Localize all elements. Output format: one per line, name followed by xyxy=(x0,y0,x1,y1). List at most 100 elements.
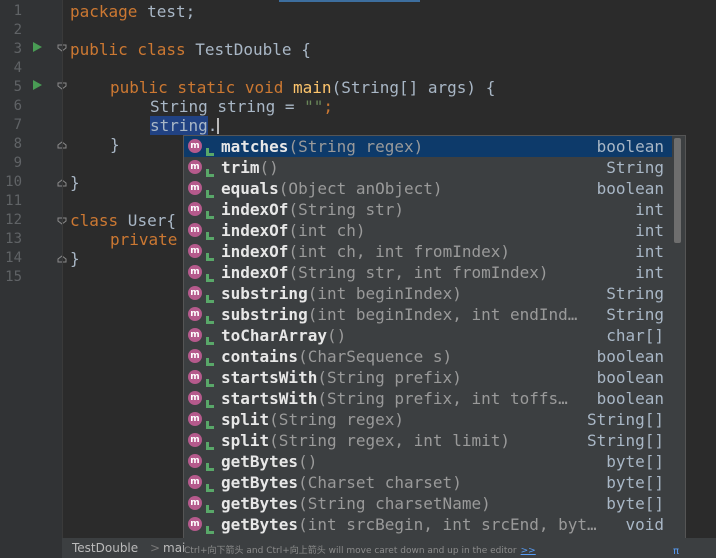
completion-item[interactable]: indexOf(int ch, int fromIndex) int xyxy=(184,241,672,262)
return-type: String[] xyxy=(586,410,664,429)
method-signature: indexOf(String str, int fromIndex) xyxy=(221,262,596,283)
method-name: equals xyxy=(221,179,279,198)
method-icon xyxy=(188,139,202,153)
return-type: char[] xyxy=(606,326,664,345)
method-signature: getBytes() xyxy=(221,451,596,472)
line-number: 4 xyxy=(13,60,22,76)
breadcrumb-class[interactable]: TestDouble xyxy=(72,538,138,558)
method-icon xyxy=(188,307,202,321)
method-name: matches xyxy=(221,137,289,156)
method-params: (String str, int fromIndex) xyxy=(288,263,549,282)
completion-item[interactable]: getBytes(String charsetName) byte[] xyxy=(184,493,672,514)
completion-item[interactable]: startsWith(String prefix, int toffs…bool… xyxy=(184,388,672,409)
completion-item[interactable]: matches(String regex)boolean xyxy=(184,136,672,157)
public-access-icon xyxy=(205,372,215,387)
method-signature: indexOf(String str) xyxy=(221,199,596,220)
line-number: 6 xyxy=(13,98,22,114)
method-icon xyxy=(188,370,202,384)
code-line: } xyxy=(70,173,80,192)
public-access-icon xyxy=(205,267,215,282)
method-icon xyxy=(188,391,202,405)
public-access-icon xyxy=(205,498,215,513)
hint-more-link[interactable]: >> xyxy=(521,546,536,556)
gutter-divider xyxy=(62,0,63,558)
method-params: (String charsetName) xyxy=(298,494,491,513)
code-line: package test; xyxy=(70,2,195,21)
public-access-icon xyxy=(205,456,215,471)
method-name: split xyxy=(221,410,270,429)
pi-icon[interactable]: π xyxy=(673,545,679,558)
method-params: (String str) xyxy=(288,200,405,219)
completion-item[interactable]: startsWith(String prefix)boolean xyxy=(184,367,672,388)
code-text: String string = xyxy=(150,97,305,116)
completion-scrollbar[interactable] xyxy=(672,136,684,557)
completion-item[interactable]: split(String regex, int limit)String[] xyxy=(184,430,672,451)
return-type: byte[] xyxy=(606,473,664,492)
keyword: package xyxy=(70,2,138,21)
method-params: (CharSequence s) xyxy=(298,347,453,366)
method-params: (int beginIndex, int endInd… xyxy=(307,305,578,324)
return-type: String xyxy=(606,158,664,177)
public-access-icon xyxy=(205,162,215,177)
method-icon xyxy=(188,475,202,489)
method-params: (Object anObject) xyxy=(278,179,443,198)
completion-item[interactable]: equals(Object anObject)boolean xyxy=(184,178,672,199)
completion-item[interactable]: indexOf(String str) int xyxy=(184,199,672,220)
public-access-icon xyxy=(205,519,215,534)
line-number: 7 xyxy=(13,117,22,133)
keyword: public class xyxy=(70,40,186,59)
completion-item[interactable]: indexOf(int ch) int xyxy=(184,220,672,241)
completion-item[interactable]: contains(CharSequence s)boolean xyxy=(184,346,672,367)
return-type: boolean xyxy=(596,179,664,198)
completion-item[interactable]: trim() String xyxy=(184,157,672,178)
method-name: getBytes xyxy=(221,494,299,513)
code-line: String string = ""; xyxy=(150,97,333,116)
method-icon xyxy=(188,181,202,195)
completion-hint: Ctrl+向下箭头 and Ctrl+向上箭头 will move caret … xyxy=(184,545,674,558)
editor-gutter: 1 2 3 4 5 6 7 8 9 10 11 12 13 14 15 xyxy=(0,0,67,558)
completion-item[interactable]: substring(int beginIndex) String xyxy=(184,283,672,304)
method-name: trim xyxy=(221,158,260,177)
run-class-icon[interactable] xyxy=(33,42,42,52)
method-signature: getBytes(Charset charset) xyxy=(221,472,596,493)
method-params: (String regex) xyxy=(269,410,405,429)
completion-item[interactable]: indexOf(String str, int fromIndex) int xyxy=(184,262,672,283)
method-name: indexOf xyxy=(221,242,289,261)
code-text: User{ xyxy=(118,211,176,230)
method-params: (String regex, int limit) xyxy=(269,431,510,450)
method-name: contains xyxy=(221,347,299,366)
completion-item[interactable]: substring(int beginIndex, int endInd… Str… xyxy=(184,304,672,325)
completion-popup[interactable]: matches(String regex)booleantrim()String… xyxy=(183,135,686,558)
code-text: (String[] args) { xyxy=(331,78,496,97)
method-signature: equals(Object anObject) xyxy=(221,178,596,199)
completion-item[interactable]: split(String regex) String[] xyxy=(184,409,672,430)
completion-item[interactable]: getBytes(int srcBegin, int srcEnd, byt… v… xyxy=(184,514,672,535)
return-type: boolean xyxy=(596,137,664,156)
method-icon xyxy=(188,433,202,447)
method-icon xyxy=(188,454,202,468)
line-number: 14 xyxy=(5,250,22,266)
return-type: boolean xyxy=(596,389,664,408)
breadcrumb-separator: > xyxy=(150,541,161,555)
return-type: byte[] xyxy=(606,494,664,513)
method-signature: split(String regex, int limit) xyxy=(221,430,596,451)
public-access-icon xyxy=(205,414,215,429)
tab-indicator xyxy=(279,0,420,2)
completion-item[interactable]: getBytes(Charset charset) byte[] xyxy=(184,472,672,493)
method-params: () xyxy=(298,452,318,471)
method-signature: indexOf(int ch) xyxy=(221,220,596,241)
method-icon xyxy=(188,265,202,279)
method-params: (int srcBegin, int srcEnd, byt… xyxy=(298,515,596,534)
public-access-icon xyxy=(205,330,215,345)
method-params: (String prefix) xyxy=(317,368,462,387)
run-main-icon[interactable] xyxy=(33,80,42,90)
public-access-icon xyxy=(205,435,215,450)
return-type: int xyxy=(635,221,664,240)
code-line: string. xyxy=(150,116,220,135)
completion-item[interactable]: toCharArray() char[] xyxy=(184,325,672,346)
method-signature: getBytes(String charsetName) xyxy=(221,493,596,514)
scrollbar-thumb[interactable] xyxy=(674,138,681,243)
completion-item[interactable]: getBytes() byte[] xyxy=(184,451,672,472)
public-access-icon xyxy=(205,288,215,303)
method-name: getBytes xyxy=(221,473,299,492)
